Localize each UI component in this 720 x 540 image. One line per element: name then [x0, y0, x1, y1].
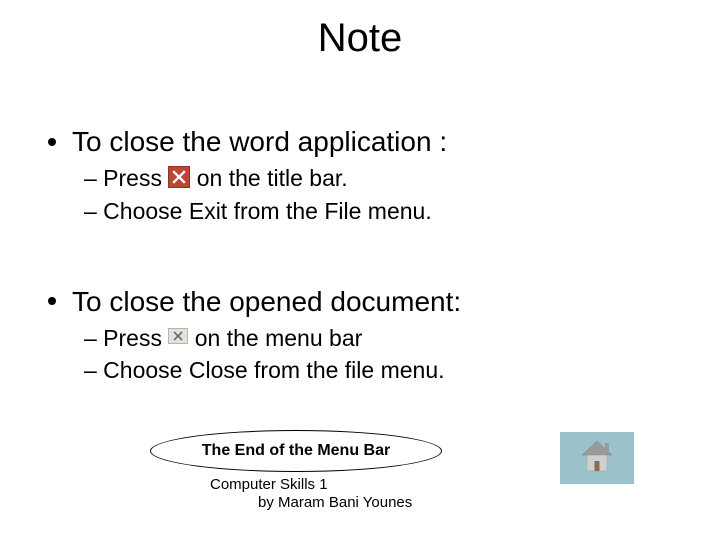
bullet-close-doc: To close the opened document:	[48, 286, 688, 318]
bullet-icon	[48, 138, 56, 146]
bullet-text: To close the opened document:	[72, 286, 461, 317]
text-after: on the menu bar	[195, 325, 363, 351]
text-before: – Press	[84, 325, 168, 351]
home-button[interactable]	[560, 432, 634, 484]
bullet-text: To close the word application :	[72, 126, 447, 157]
subbullet-press-x-menubar: – Press on the menu bar	[84, 324, 688, 353]
footer: Computer Skills 1 by Maram Bani Younes	[210, 476, 412, 512]
bullet-icon	[48, 297, 56, 305]
slide: Note To close the word application : – P…	[0, 0, 720, 540]
slide-title: Note	[0, 16, 720, 61]
subbullet-exit-file-menu: – Choose Exit from the File menu.	[84, 197, 688, 226]
close-window-icon	[168, 166, 190, 188]
house-icon	[576, 435, 618, 482]
close-document-icon	[168, 328, 188, 344]
end-of-menu-bar-callout: The End of the Menu Bar	[150, 430, 442, 472]
text-before: – Press	[84, 165, 168, 191]
footer-line2: by Maram Bani Younes	[210, 494, 412, 512]
text-after: on the title bar.	[197, 165, 348, 191]
content-area: To close the word application : – Press …	[48, 100, 688, 385]
callout-text: The End of the Menu Bar	[202, 442, 390, 460]
footer-line1: Computer Skills 1	[210, 476, 412, 494]
subbullet-close-file-menu: – Choose Close from the file menu.	[84, 356, 688, 385]
bullet-close-app: To close the word application :	[48, 126, 688, 158]
subbullet-press-x-titlebar: – Press on the title bar.	[84, 164, 688, 193]
